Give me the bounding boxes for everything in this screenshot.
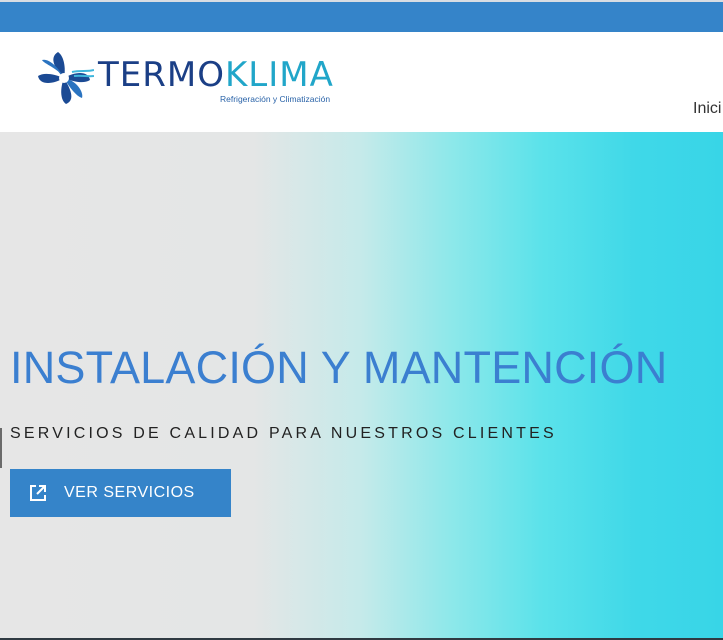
ver-servicios-button[interactable]: VER SERVICIOS bbox=[10, 469, 231, 517]
fan-icon bbox=[38, 52, 94, 104]
hero-banner: INSTALACIÓN Y MANTENCIÓN SERVICIOS DE CA… bbox=[0, 132, 723, 640]
external-link-icon bbox=[30, 485, 46, 501]
site-logo[interactable]: TERMOKLIMA Refrigeración y Climatización bbox=[34, 48, 344, 110]
hero-accent-bar bbox=[0, 428, 2, 468]
logo-word-klima: KLIMA bbox=[224, 55, 334, 95]
nav-item-inicio[interactable]: Inici bbox=[693, 100, 721, 118]
logo-word-termo: TERMO bbox=[98, 55, 225, 95]
top-bar bbox=[0, 0, 723, 32]
logo-tagline: Refrigeración y Climatización bbox=[220, 94, 331, 104]
ver-servicios-label: VER SERVICIOS bbox=[64, 484, 195, 501]
hero-subtitle: SERVICIOS DE CALIDAD PARA NUESTROS CLIEN… bbox=[10, 425, 557, 442]
site-header: TERMOKLIMA Refrigeración y Climatización… bbox=[0, 32, 723, 132]
logo-wordmark: TERMOKLIMA bbox=[98, 58, 334, 92]
hero-title: INSTALACIÓN Y MANTENCIÓN bbox=[10, 342, 668, 393]
